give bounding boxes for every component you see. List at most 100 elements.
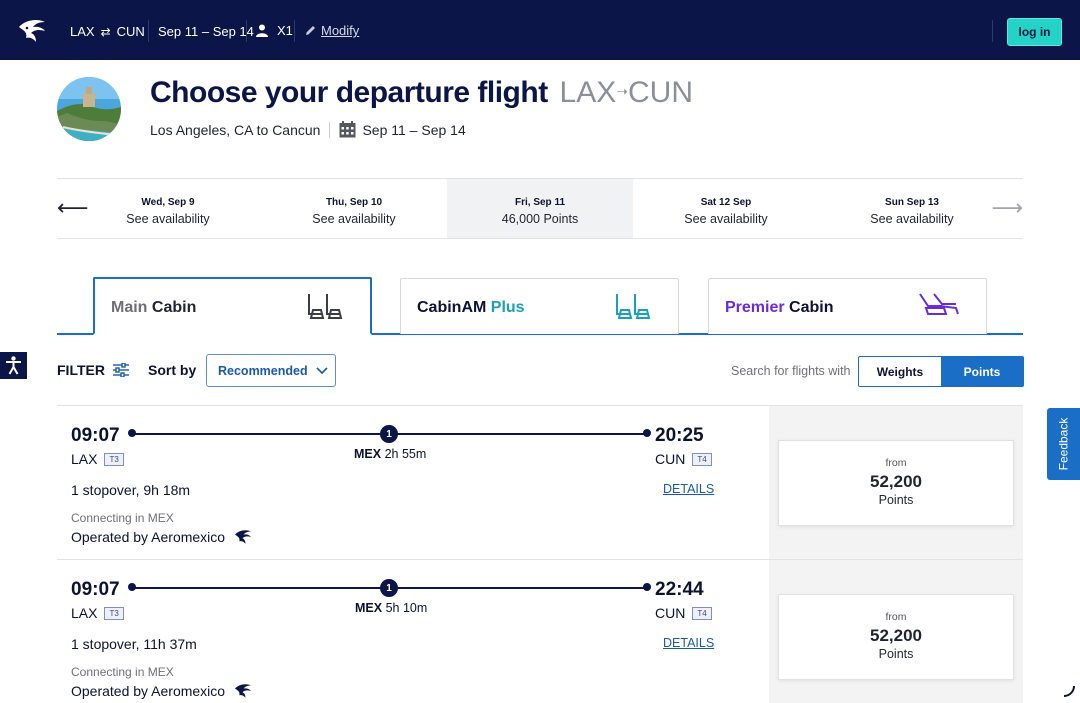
modify-search-link[interactable]: Modify xyxy=(305,23,359,38)
nav-divider xyxy=(294,20,295,42)
eagle-logo-icon[interactable] xyxy=(17,18,47,44)
layover-info: MEX 5h 10m xyxy=(355,601,427,615)
payment-type-toggle: Weights Points xyxy=(858,356,1024,387)
person-icon xyxy=(256,24,268,37)
trip-dates: Sep 11 – Sep 14 xyxy=(158,24,254,39)
terminal-badge: T4 xyxy=(692,606,712,620)
date-value: 46,000 Points xyxy=(501,212,579,226)
tab-main-cabin[interactable]: Main Cabin xyxy=(93,277,372,335)
route-description: Los Angeles, CA to Cancun xyxy=(150,121,321,138)
passenger-count-label: X1 xyxy=(277,23,293,38)
fare-unit: Points xyxy=(878,493,914,507)
title-route-destination: CUN xyxy=(628,76,693,109)
tab-premier-cabin[interactable]: Premier Cabin xyxy=(708,278,987,334)
title-route-origin: LAX xyxy=(559,76,617,109)
departure-time: 09:07 xyxy=(71,425,120,446)
modify-label: Modify xyxy=(321,23,360,38)
accessibility-button[interactable] xyxy=(0,352,27,379)
filter-sliders-icon xyxy=(112,363,129,377)
timeline-end-dot xyxy=(643,429,651,437)
subtitle-divider xyxy=(329,121,331,138)
operator: Operated by Aeromexico xyxy=(71,529,253,545)
date-option[interactable]: Sat 12 Sep See availability xyxy=(633,179,819,238)
nav-divider xyxy=(992,20,993,42)
arrival-airport-code: CUN xyxy=(655,451,686,467)
tab-cabinam-plus[interactable]: CabinAM Plus xyxy=(400,278,679,334)
timeline-start-dot xyxy=(128,583,136,591)
premier-seat-icon xyxy=(919,293,959,315)
calendar-icon xyxy=(339,121,356,138)
fare-from-label: from xyxy=(885,457,907,469)
fare-points: 52,200 xyxy=(870,626,922,645)
trip-subtitle: Los Angeles, CA to Cancun Sep 11 – Sep 1… xyxy=(150,121,466,138)
nav-divider xyxy=(148,20,149,42)
date-value: See availability xyxy=(126,212,210,226)
feedback-label: Feedback xyxy=(1056,417,1071,471)
arrival-airport-code: CUN xyxy=(655,605,686,621)
tab-label-part: Premier xyxy=(725,299,785,316)
tab-label-part: Main xyxy=(111,299,148,316)
arrow-right-icon[interactable]: ⟶ xyxy=(991,195,1023,221)
timeline-end-dot xyxy=(643,583,651,591)
stopover-summary: 1 stopover, 9h 18m xyxy=(71,482,191,498)
sort-select-value: Recommended xyxy=(218,363,308,378)
swap-icon: ⇄ xyxy=(100,24,111,39)
date-value: See availability xyxy=(684,212,768,226)
flight-row: 09:07 1 MEX 2h 55m 20:25 LAX T3 CUN T4 1… xyxy=(57,406,769,559)
date-label: Sun Sep 13 xyxy=(885,197,939,208)
layover-duration: 5h 10m xyxy=(385,601,428,615)
route-summary: LAX ⇄ CUN xyxy=(70,24,145,39)
date-option[interactable]: Wed, Sep 9 See availability xyxy=(75,179,261,238)
tab-label: Premier Cabin xyxy=(725,299,834,317)
fare-unit: Points xyxy=(878,647,914,661)
date-label: Fri, Sep 11 xyxy=(514,197,566,208)
fare-card[interactable]: from 52,200 Points xyxy=(778,594,1014,680)
date-option[interactable]: Sun Sep 13 See availability xyxy=(819,179,1005,238)
passenger-count: X1 xyxy=(256,23,293,38)
filter-button[interactable]: FILTER xyxy=(57,362,129,378)
date-value: See availability xyxy=(312,212,396,226)
seat-icon xyxy=(308,294,343,319)
flight-row: 09:07 1 MEX 5h 10m 22:44 LAX T3 CUN T4 1… xyxy=(57,560,769,703)
operator-label: Operated by Aeromexico xyxy=(71,683,226,699)
toggle-points[interactable]: Points xyxy=(941,357,1023,386)
feedback-tab[interactable]: Feedback xyxy=(1047,408,1080,480)
sort-select[interactable]: Recommended xyxy=(206,354,336,387)
eagle-logo-icon xyxy=(235,684,252,698)
sort-label: Sort by xyxy=(148,362,197,378)
chevron-down-icon xyxy=(316,366,328,374)
arrival-time: 22:44 xyxy=(655,579,704,600)
departure-airport-code: LAX xyxy=(71,605,98,621)
eagle-logo-icon xyxy=(235,530,252,544)
destination-code: CUN xyxy=(116,24,145,39)
pencil-icon xyxy=(306,26,315,35)
tab-label-part: Cabin xyxy=(151,299,197,316)
nav-divider xyxy=(246,20,247,42)
layover-airport: MEX xyxy=(354,447,382,461)
fare-card[interactable]: from 52,200 Points xyxy=(778,440,1014,526)
tab-label-part: Plus xyxy=(490,299,525,316)
login-button[interactable]: log in xyxy=(1007,18,1062,46)
route-arrow-icon: ➝ xyxy=(616,83,628,99)
accessibility-icon xyxy=(6,356,21,375)
subtitle-dates: Sep 11 – Sep 14 xyxy=(362,121,466,138)
tab-label: CabinAM Plus xyxy=(417,299,525,317)
date-label: Sat 12 Sep xyxy=(700,197,752,208)
date-option[interactable]: Thu, Sep 10 See availability xyxy=(261,179,447,238)
page-title: Choose your departure flight LAX➝CUN xyxy=(150,76,693,110)
date-label: Thu, Sep 10 xyxy=(325,197,383,208)
layover-airport: MEX xyxy=(355,601,383,615)
title-route: LAX➝CUN xyxy=(560,76,693,109)
tab-label-part: CabinAM xyxy=(417,299,487,316)
date-option-selected[interactable]: Fri, Sep 11 46,000 Points xyxy=(447,179,633,238)
seat-icon xyxy=(616,294,651,319)
stopover-summary: 1 stopover, 11h 37m xyxy=(71,636,197,652)
terminal-badge: T4 xyxy=(692,452,712,466)
details-link[interactable]: DETAILS xyxy=(663,482,714,496)
details-link[interactable]: DETAILS xyxy=(663,636,714,650)
toggle-weights[interactable]: Weights xyxy=(859,357,941,386)
layover-info: MEX 2h 55m xyxy=(354,447,426,461)
date-value: See availability xyxy=(870,212,954,226)
connecting-info: Connecting in MEX xyxy=(71,665,174,679)
departure-airport-code: LAX xyxy=(71,451,98,467)
